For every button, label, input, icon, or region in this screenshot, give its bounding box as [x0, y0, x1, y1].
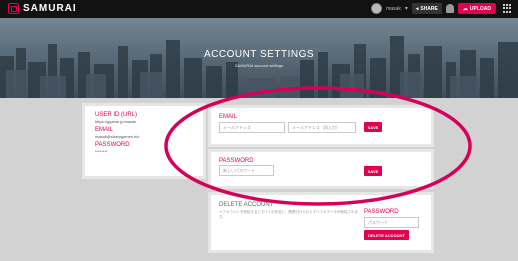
top-nav: SAMURAI masak ▾ ◂ SHARE ☁ UPLOAD — [0, 0, 518, 18]
upload-icon: ☁ — [462, 5, 468, 12]
delete-account-button[interactable]: DELETE ACCOUNT — [364, 230, 409, 240]
upload-button[interactable]: ☁ UPLOAD — [457, 3, 496, 14]
avatar[interactable] — [371, 3, 383, 14]
delete-password-label: PASSWORD — [364, 209, 399, 215]
profile-summary-card: USER ID (URL) https://ggame.jp/masak EMA… — [85, 106, 203, 176]
samurai-logo-icon — [8, 3, 19, 14]
password-value: ******** — [95, 149, 108, 154]
logo[interactable]: SAMURAI — [8, 3, 77, 14]
brand-name: SAMURAI — [23, 3, 77, 14]
share-icon: ◂ — [415, 5, 419, 12]
confirm-email-input[interactable]: メールアドレス（再入力） — [288, 122, 356, 133]
delete-account-title: DELETE ACCOUNT — [219, 202, 274, 208]
delete-password-input[interactable]: パスワード — [364, 217, 419, 228]
email-label: EMAIL — [95, 127, 114, 133]
new-email-input[interactable]: メールアドレス — [219, 122, 285, 133]
new-password-input[interactable]: 新しいパスワード — [219, 165, 274, 176]
nav-actions: masak ▾ ◂ SHARE ☁ UPLOAD — [371, 3, 512, 14]
chevron-down-icon[interactable]: ▾ — [405, 5, 408, 12]
upload-label: UPLOAD — [469, 5, 491, 12]
share-label: SHARE — [420, 5, 438, 12]
user-name[interactable]: masak — [386, 6, 401, 12]
page-subtitle: SAMURAI account settings — [234, 63, 284, 68]
delete-account-note: ※アカウントを削除するとすべての作品と、関連付けられたすべてのデータが削除されま… — [219, 210, 358, 219]
email-settings-card: EMAIL メールアドレス メールアドレス（再入力） SAVE — [211, 108, 431, 144]
email-value: masak@sharpgames.biz — [95, 134, 140, 139]
notification-bell-icon[interactable] — [445, 4, 454, 13]
password-save-button[interactable]: SAVE — [364, 166, 382, 176]
email-section-label: EMAIL — [219, 114, 238, 120]
share-button[interactable]: ◂ SHARE — [411, 3, 442, 14]
email-save-button[interactable]: SAVE — [364, 122, 382, 132]
apps-grid-icon[interactable] — [503, 4, 512, 13]
user-id-value[interactable]: https://ggame.jp/masak — [95, 119, 193, 124]
password-section-label: PASSWORD — [219, 158, 254, 164]
password-label: PASSWORD — [95, 142, 130, 148]
password-settings-card: PASSWORD 新しいパスワード SAVE — [211, 152, 431, 186]
delete-account-card: DELETE ACCOUNT ※アカウントを削除するとすべての作品と、関連付けら… — [211, 195, 431, 250]
page-title: ACCOUNT SETTINGS — [203, 49, 315, 60]
user-id-label: USER ID (URL) — [95, 112, 138, 118]
hero-banner: ACCOUNT SETTINGS SAMURAI account setting… — [0, 18, 518, 98]
